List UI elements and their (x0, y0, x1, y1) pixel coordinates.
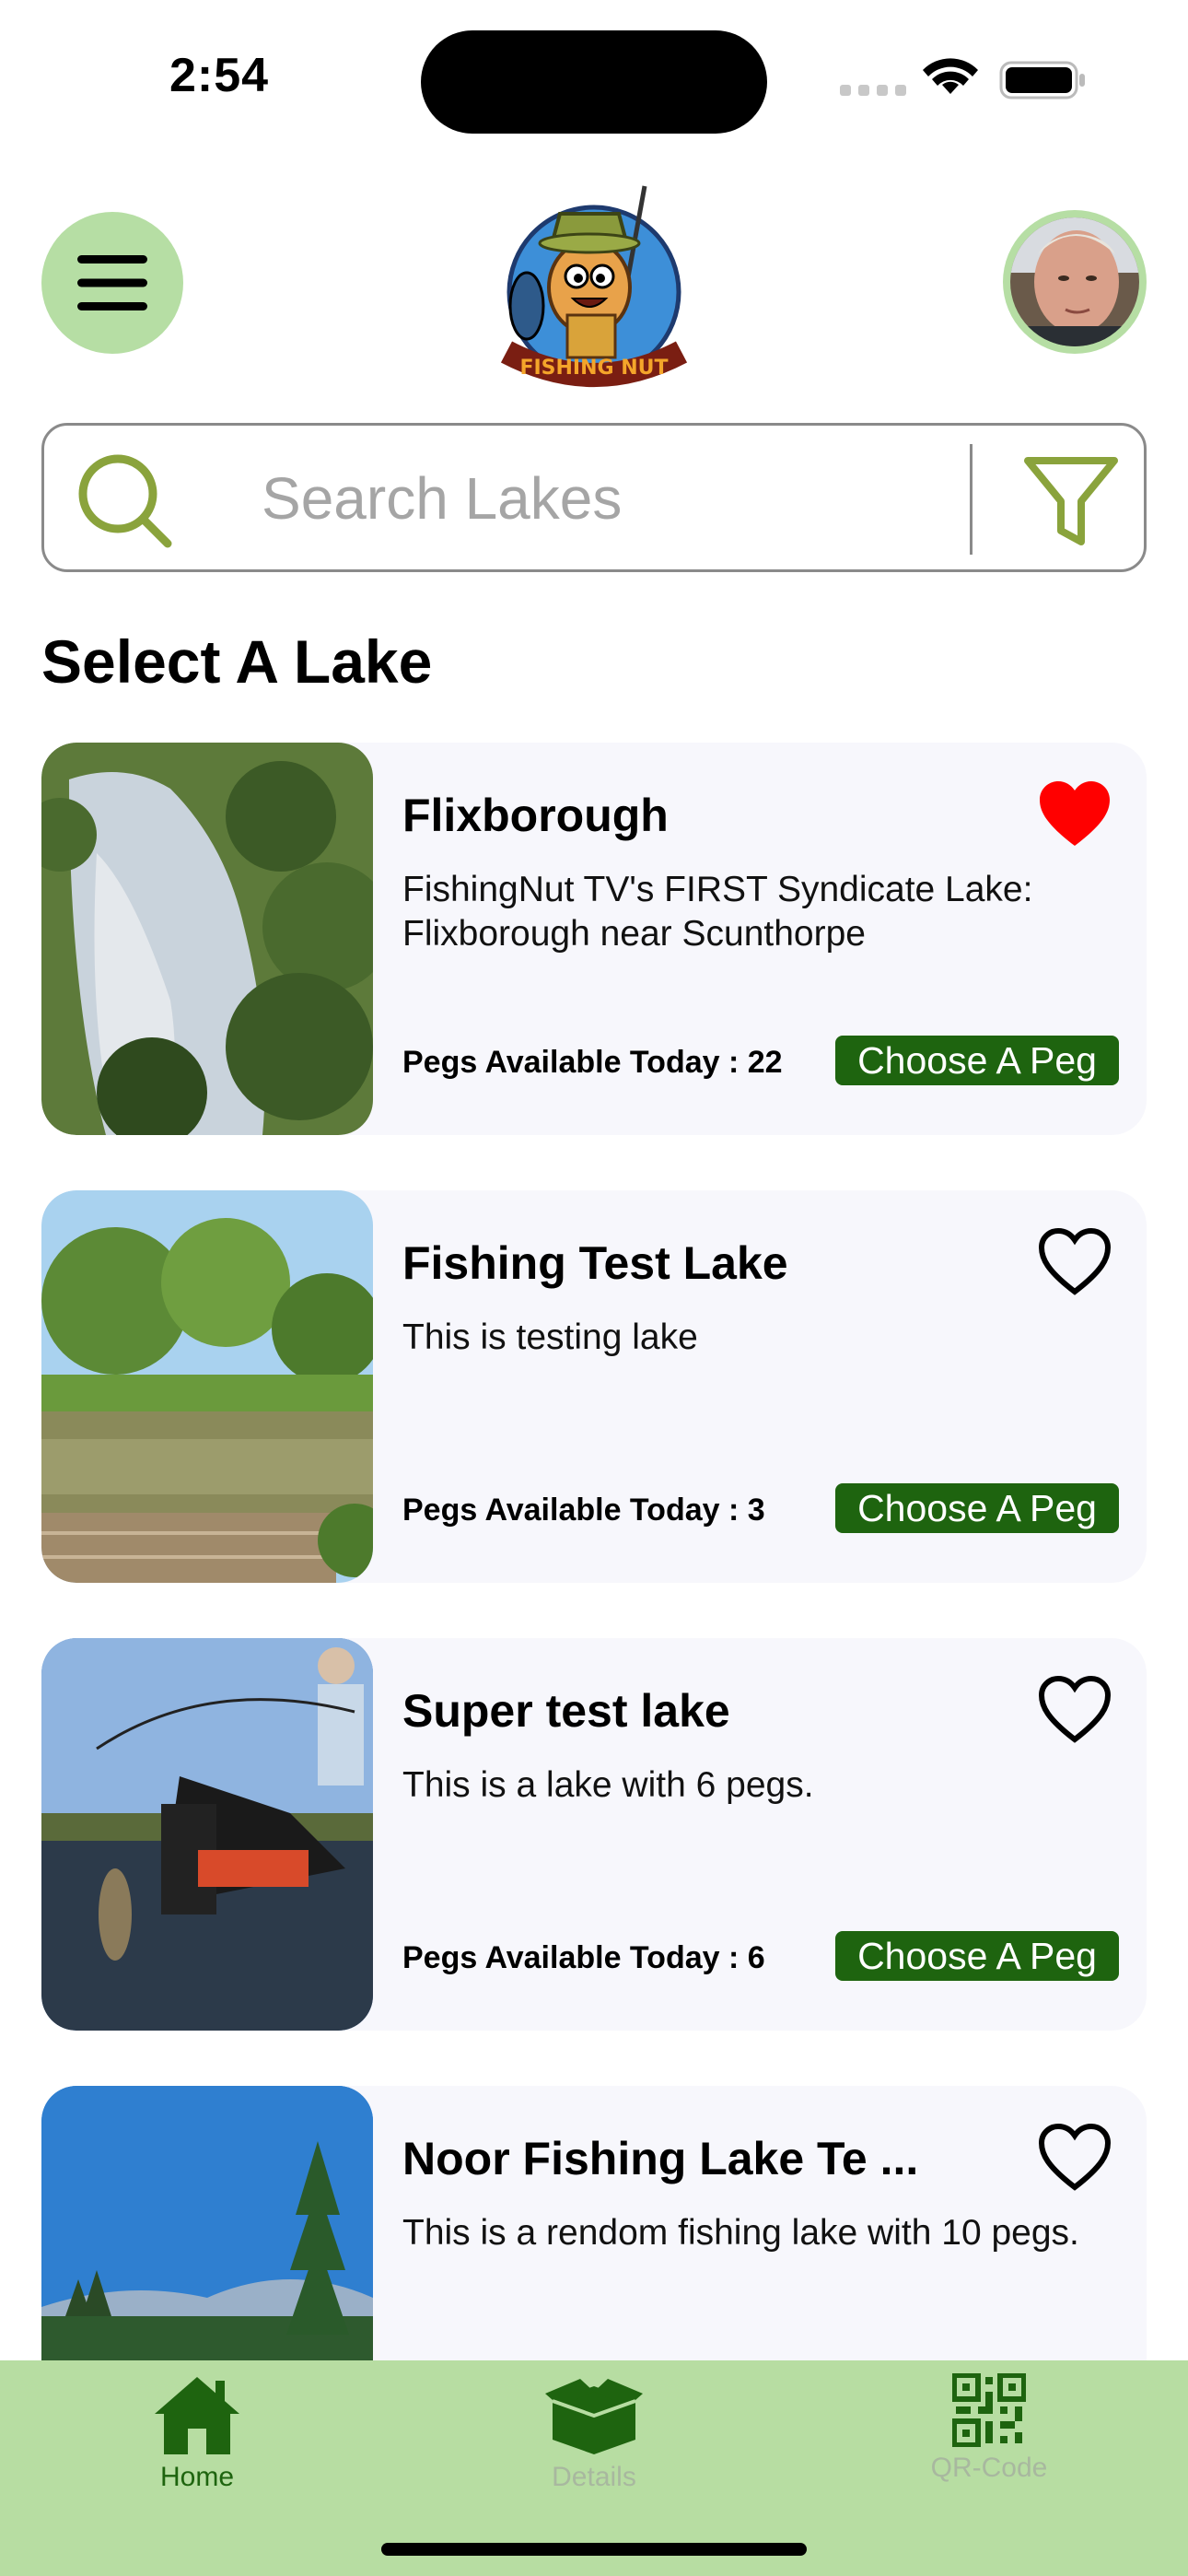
avatar-photo (1010, 217, 1139, 346)
battery-icon (999, 61, 1085, 100)
lake-name: Noor Fishing Lake Te ... (402, 2133, 919, 2184)
dynamic-island (421, 30, 767, 134)
box-icon (545, 2379, 643, 2454)
lake-card[interactable]: Fishing Test Lake This is testing lake P… (41, 1190, 1147, 1583)
lake-name: Flixborough (402, 790, 669, 841)
hamburger-menu-icon (77, 255, 147, 310)
filter-funnel-icon[interactable] (1020, 451, 1122, 549)
tab-label: Home (159, 2462, 235, 2492)
choose-peg-button[interactable]: Choose A Peg (835, 1483, 1119, 1533)
lake-image (41, 743, 373, 1135)
search-divider (970, 444, 973, 555)
fishing-nut-logo: FISHING NUT (500, 185, 688, 387)
qr-code-icon (952, 2373, 1026, 2447)
home-icon (155, 2377, 239, 2454)
tab-details[interactable]: Details (474, 2360, 714, 2499)
cellular-signal-icon (840, 85, 906, 96)
tab-qr-code[interactable]: QR-Code (869, 2360, 1109, 2499)
favorite-heart-outline-icon[interactable] (1036, 1227, 1113, 1297)
choose-peg-button[interactable]: Choose A Peg (835, 1036, 1119, 1085)
profile-avatar[interactable] (1003, 210, 1147, 354)
pegs-available: Pegs Available Today : 6 (402, 1940, 765, 1975)
lake-description: FishingNut TV's FIRST Syndicate Lake: Fl… (402, 870, 1033, 954)
tab-home[interactable]: Home (77, 2360, 317, 2499)
status-icons (840, 58, 1085, 100)
lake-image (41, 1638, 373, 2031)
status-time: 2:54 (169, 49, 270, 102)
tab-label: Details (552, 2462, 636, 2492)
search-icon[interactable] (74, 450, 175, 551)
home-indicator (381, 2543, 807, 2556)
pegs-available: Pegs Available Today : 22 (402, 1045, 783, 1080)
tab-label: QR-Code (930, 2453, 1048, 2483)
lake-card[interactable]: Super test lake This is a lake with 6 pe… (41, 1638, 1147, 2031)
favorite-heart-outline-icon[interactable] (1036, 2123, 1113, 2193)
lake-description: This is testing lake (402, 1317, 698, 1357)
lake-description: This is a lake with 6 pegs. (402, 1765, 814, 1805)
lake-name: Super test lake (402, 1685, 730, 1737)
lake-description: This is a rendom fishing lake with 10 pe… (402, 2213, 1079, 2253)
menu-button[interactable] (41, 212, 183, 354)
wifi-icon (923, 58, 978, 94)
logo-text: FISHING NUT (519, 357, 668, 380)
lake-card[interactable]: Flixborough FishingNut TV's FIRST Syndic… (41, 743, 1147, 1135)
choose-peg-button[interactable]: Choose A Peg (835, 1931, 1119, 1981)
pegs-available: Pegs Available Today : 3 (402, 1493, 765, 1528)
favorite-heart-icon[interactable] (1036, 779, 1113, 849)
lake-name: Fishing Test Lake (402, 1237, 788, 1289)
favorite-heart-outline-icon[interactable] (1036, 1675, 1113, 1745)
search-bar (41, 423, 1147, 572)
search-input[interactable] (262, 457, 980, 540)
section-title: Select A Lake (41, 627, 433, 696)
lake-image (41, 1190, 373, 1583)
